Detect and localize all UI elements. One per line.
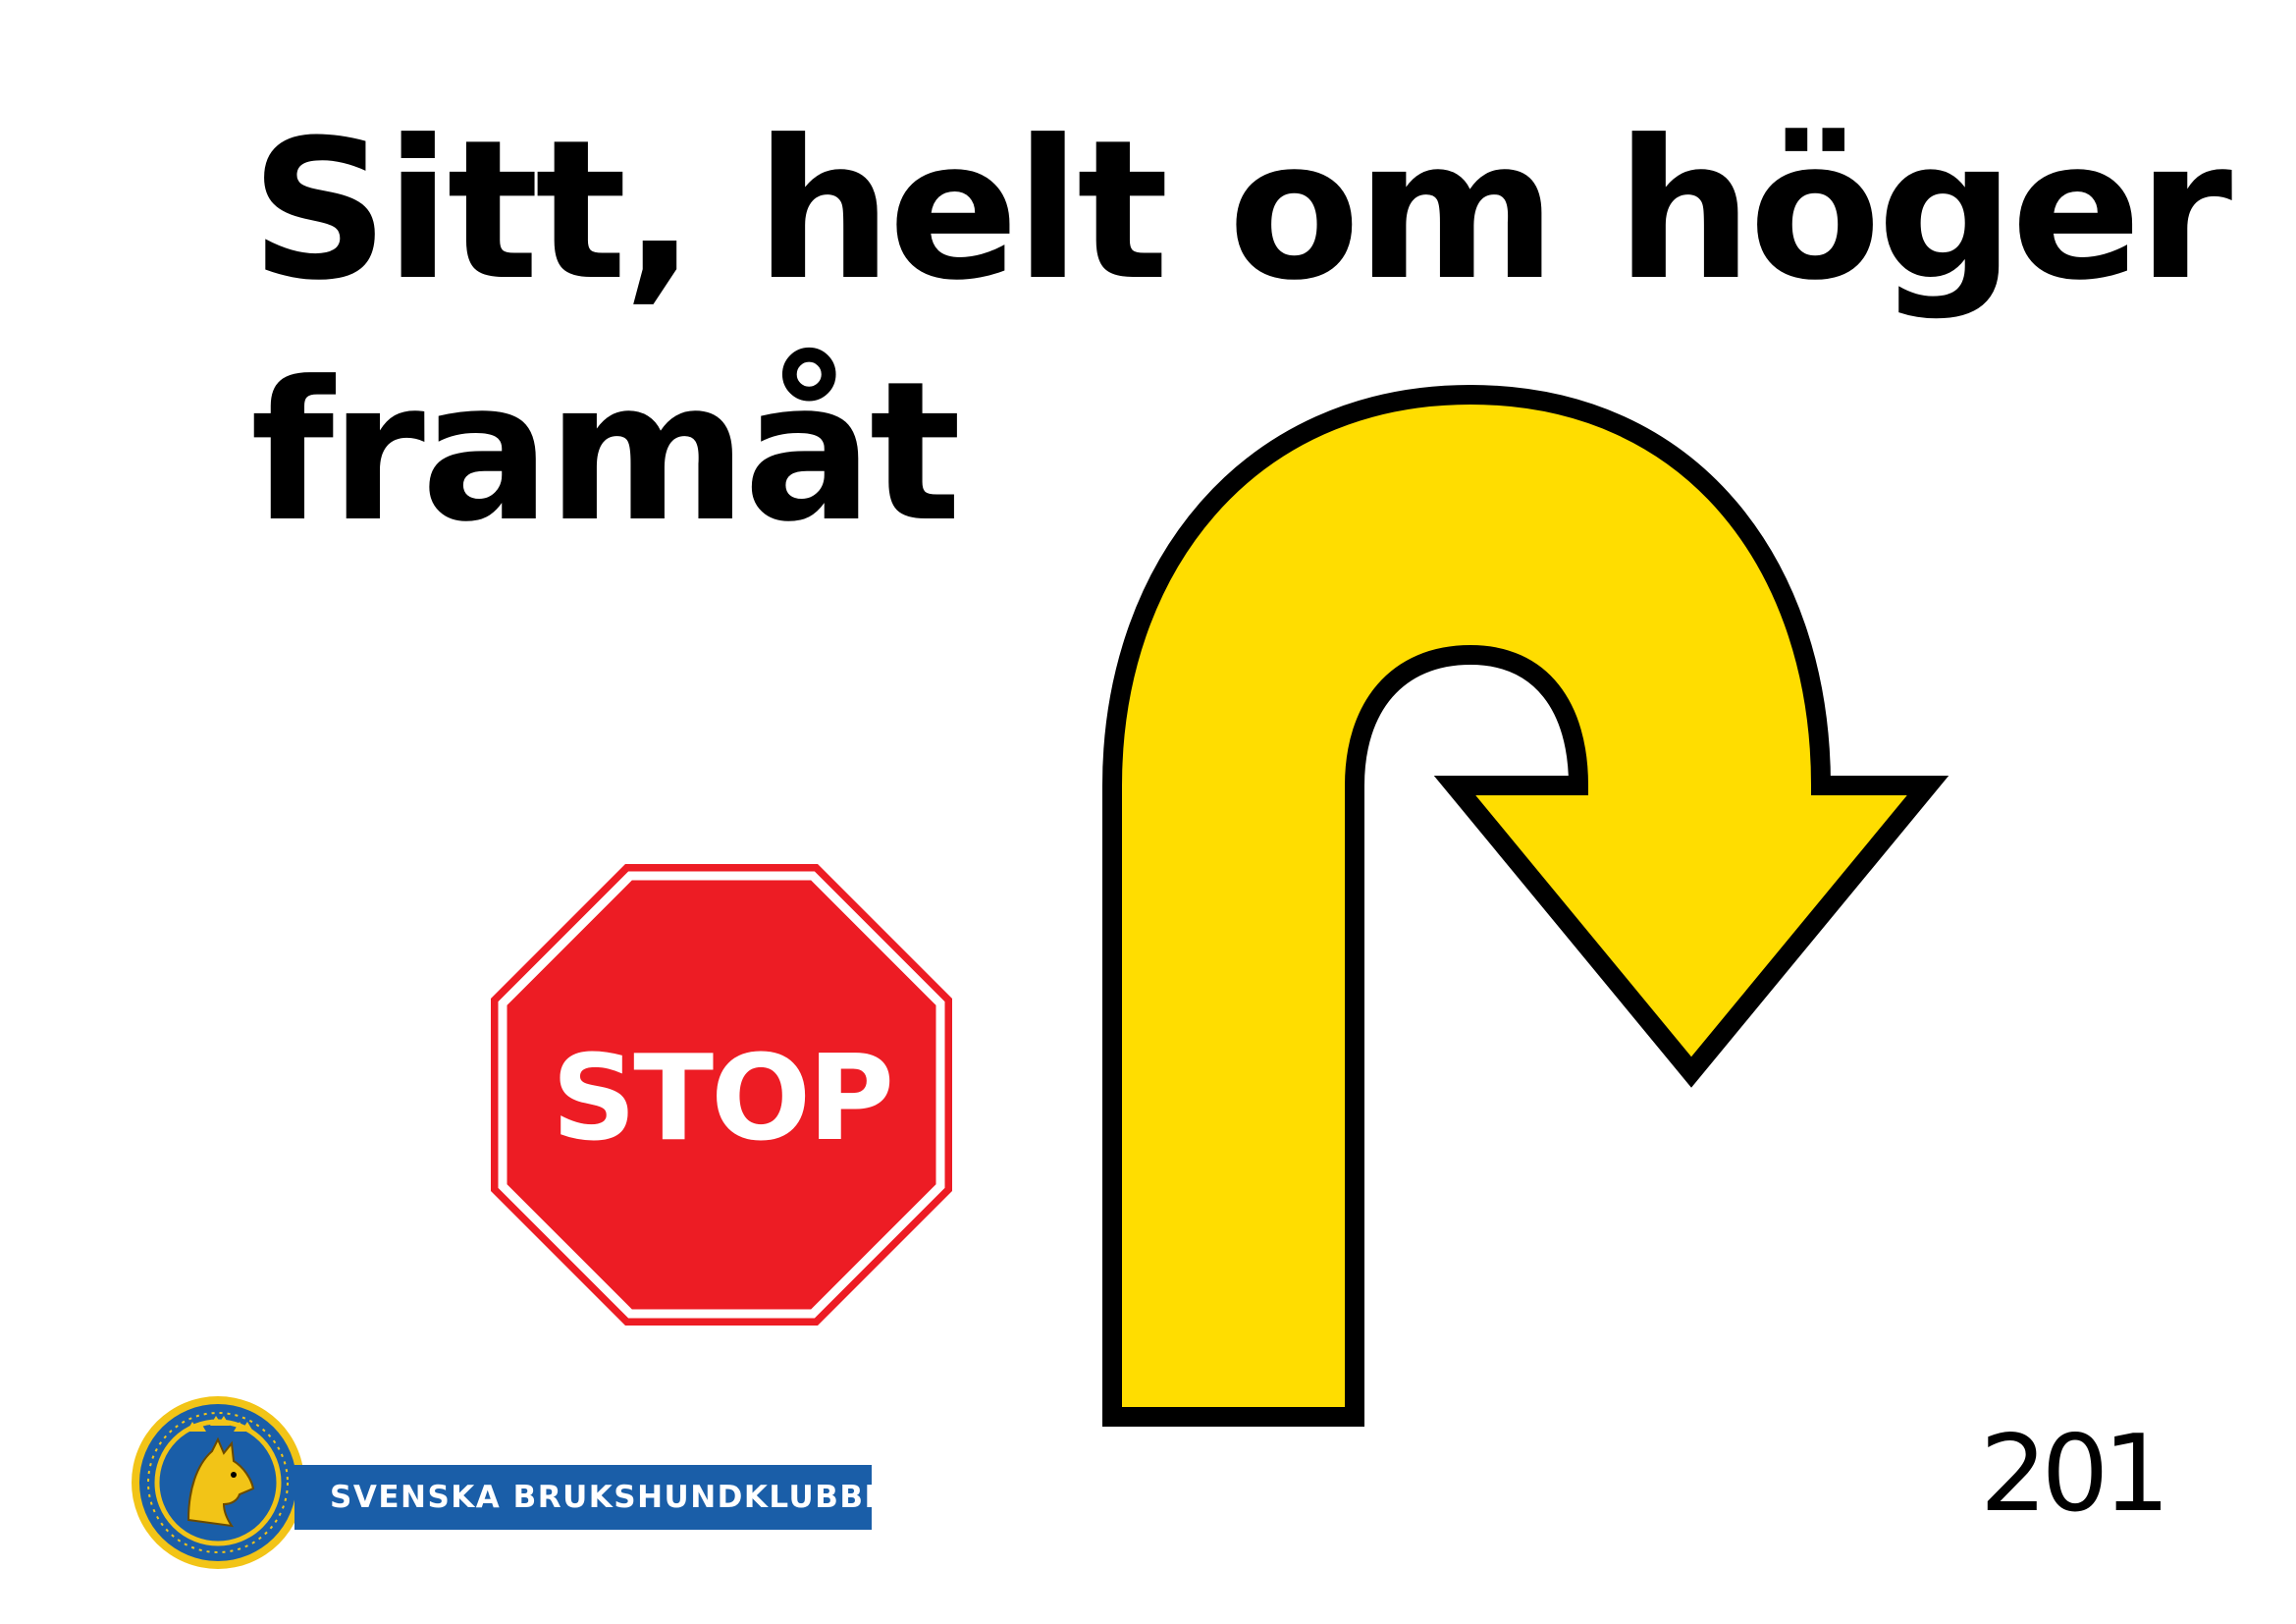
club-logo: SVENSKA BRUKSHUNDKLUBBEN (130, 1394, 912, 1571)
u-turn-right-arrow-icon (1102, 384, 1949, 1427)
sign-number: 201 (1979, 1413, 2170, 1536)
stop-sign-icon: STOP (491, 864, 952, 1326)
club-name: SVENSKA BRUKSHUNDKLUBBEN (330, 1480, 914, 1515)
club-name-band: SVENSKA BRUKSHUNDKLUBBEN (294, 1465, 912, 1530)
dog-seal-icon (132, 1396, 304, 1569)
rally-sign: Sitt, helt om höger framåt STOP SVENSKA … (0, 0, 2296, 1624)
stop-sign-text: STOP (552, 1031, 891, 1167)
sign-title-line-1: Sitt, helt om höger (250, 99, 2232, 323)
